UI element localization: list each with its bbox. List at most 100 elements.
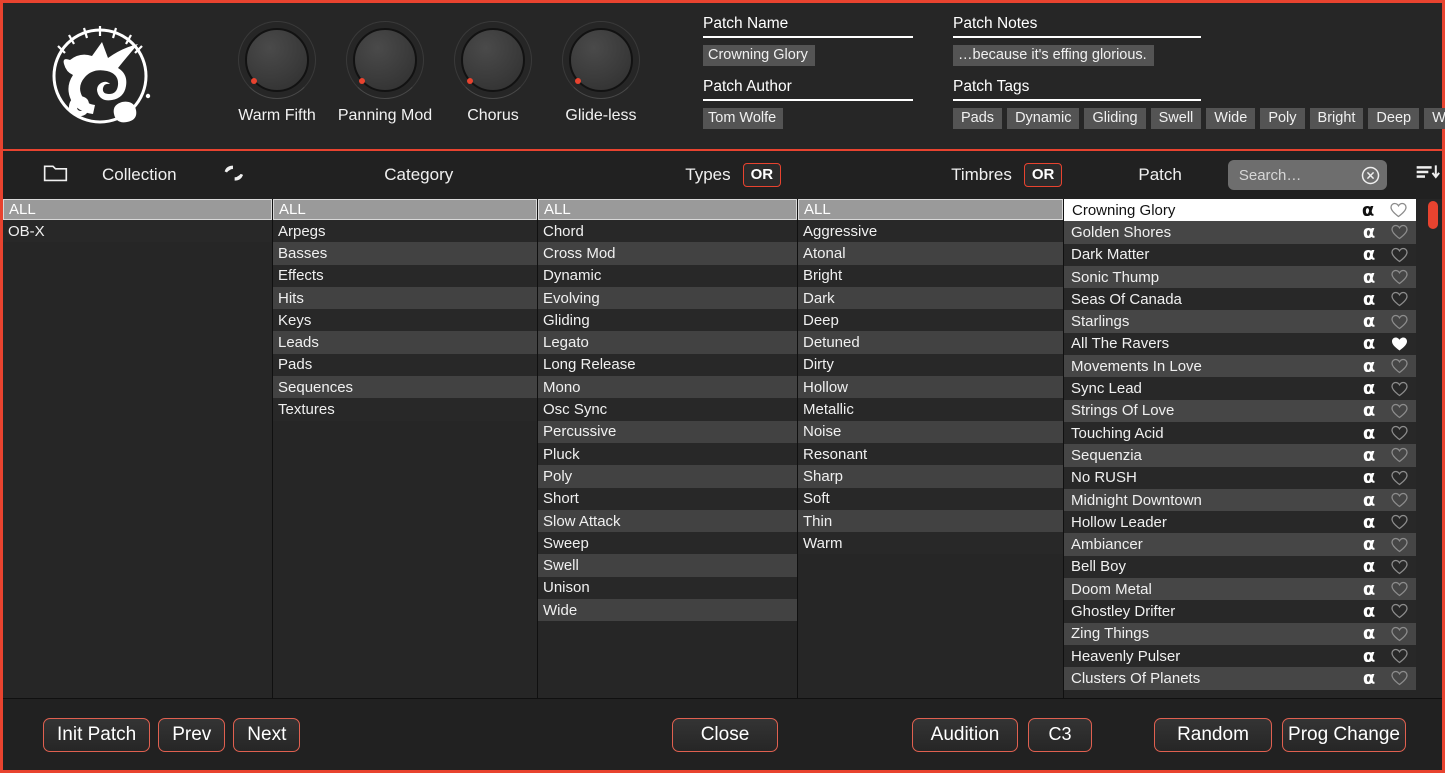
patch-row[interactable]: Midnight Downtown α [1064, 488, 1416, 512]
timbres-column[interactable]: ALL Aggressive Atonal Bright Dark Deep Detuned… [798, 199, 1064, 698]
category-item[interactable]: Basses [273, 242, 537, 265]
favorite-outline-icon[interactable] [1382, 224, 1416, 240]
patch-row[interactable]: Crowning Glory α [1064, 199, 1416, 222]
patch-row[interactable]: Hollow Leader α [1064, 511, 1416, 534]
collection-item[interactable]: OB-X [3, 220, 272, 243]
knob-dial[interactable] [562, 21, 640, 99]
close-button[interactable]: Close [672, 717, 778, 752]
favorite-outline-icon[interactable] [1382, 648, 1416, 664]
types-logic-toggle[interactable]: OR [742, 163, 782, 187]
types-header-label[interactable]: Types [685, 165, 730, 185]
patch-row[interactable]: Starlings α [1064, 310, 1416, 333]
favorite-outline-icon[interactable] [1382, 247, 1416, 263]
patch-author-value[interactable]: Tom Wolfe [703, 108, 784, 129]
patch-row[interactable]: Ghostley Drifter α [1064, 600, 1416, 623]
patch-row[interactable]: Sync Lead α [1064, 377, 1416, 400]
collection-column[interactable]: ALL OB-X [3, 199, 273, 698]
patch-row[interactable]: Bell Boy α [1064, 555, 1416, 579]
timbres-item[interactable]: Hollow [798, 376, 1063, 399]
types-item[interactable]: Cross Mod [538, 242, 797, 265]
init-patch-button[interactable]: Init Patch [43, 717, 151, 752]
timbres-item[interactable]: Thin [798, 509, 1063, 533]
types-item[interactable]: Slow Attack [538, 509, 797, 533]
category-item[interactable]: Sequences [273, 376, 537, 399]
timbres-item[interactable]: Atonal [798, 242, 1063, 265]
favorite-outline-icon[interactable] [1382, 403, 1416, 419]
category-all-row[interactable]: ALL [273, 199, 537, 220]
types-item[interactable]: Short [538, 487, 797, 510]
favorite-outline-icon[interactable] [1382, 269, 1416, 285]
types-item[interactable]: Pluck [538, 442, 797, 466]
knob-warm-fifth[interactable]: Warm Fifth [223, 21, 331, 125]
patch-notes-value[interactable]: …because it's effing glorious. [953, 45, 1154, 66]
favorite-outline-icon[interactable] [1382, 358, 1416, 374]
patch-tag[interactable]: Warm [1424, 108, 1445, 129]
knob-chorus[interactable]: Chorus [439, 21, 547, 125]
knob-glide-less[interactable]: Glide-less [547, 21, 655, 125]
types-item[interactable]: Osc Sync [538, 398, 797, 421]
favorite-outline-icon[interactable] [1382, 492, 1416, 508]
favorite-outline-icon[interactable] [1382, 670, 1416, 686]
sort-descending-icon[interactable] [1415, 162, 1442, 188]
patch-row[interactable]: Ambiancer α [1064, 533, 1416, 556]
patch-tag[interactable]: Bright [1309, 108, 1364, 129]
favorite-outline-icon[interactable] [1382, 581, 1416, 597]
favorite-outline-icon[interactable] [1382, 381, 1416, 397]
types-item[interactable]: Wide [538, 599, 797, 622]
patch-row[interactable]: Clusters Of Planets α [1064, 667, 1416, 690]
patch-tag[interactable]: Swell [1150, 108, 1202, 129]
types-item[interactable]: Swell [538, 554, 797, 577]
types-item[interactable]: Dynamic [538, 264, 797, 287]
types-item[interactable]: Unison [538, 576, 797, 600]
patch-tag[interactable]: Gliding [1084, 108, 1146, 129]
category-header-label[interactable]: Category [384, 165, 453, 185]
timbres-item[interactable]: Dirty [798, 353, 1063, 377]
category-item[interactable]: Hits [273, 286, 537, 310]
patch-tag[interactable]: Wide [1206, 108, 1256, 129]
patch-tag[interactable]: Pads [953, 108, 1003, 129]
types-item[interactable]: Percussive [538, 420, 797, 443]
timbres-item[interactable]: Resonant [798, 442, 1063, 466]
favorite-outline-icon[interactable] [1382, 603, 1416, 619]
favorite-outline-icon[interactable] [1382, 514, 1416, 530]
favorite-outline-icon[interactable] [1382, 470, 1416, 486]
timbres-item[interactable]: Warm [798, 532, 1063, 555]
patch-tag[interactable]: Poly [1260, 108, 1305, 129]
patch-row[interactable]: No RUSH α [1064, 466, 1416, 489]
favorite-outline-icon[interactable] [1382, 425, 1416, 441]
patch-row[interactable]: All The Ravers α [1064, 332, 1416, 356]
patch-header-label[interactable]: Patch [1138, 165, 1181, 185]
search-field[interactable]: Search… [1227, 160, 1388, 190]
favorite-filled-icon[interactable] [1382, 336, 1416, 352]
types-all-row[interactable]: ALL [538, 199, 797, 220]
next-button[interactable]: Next [233, 717, 301, 752]
patch-row[interactable]: Touching Acid α [1064, 421, 1416, 445]
audition-note-button[interactable]: C3 [1028, 717, 1092, 752]
timbres-item[interactable]: Sharp [798, 465, 1063, 488]
types-column[interactable]: ALL Chord Cross Mod Dynamic Evolving Gliding L… [538, 199, 798, 698]
types-item[interactable]: Chord [538, 220, 797, 243]
random-button[interactable]: Random [1154, 717, 1272, 752]
favorite-outline-icon[interactable] [1382, 626, 1416, 642]
prog-change-button[interactable]: Prog Change [1282, 717, 1406, 752]
category-item[interactable]: Leads [273, 331, 537, 354]
timbres-item[interactable]: Soft [798, 487, 1063, 510]
patch-row[interactable]: Strings Of Love α [1064, 399, 1416, 422]
types-item[interactable]: Evolving [538, 286, 797, 310]
category-item[interactable]: Arpegs [273, 220, 537, 243]
timbres-item[interactable]: Dark [798, 286, 1063, 310]
collection-all-row[interactable]: ALL [3, 199, 272, 220]
patch-list[interactable]: Crowning Glory α Golden Shores α Dark Matter… [1064, 199, 1442, 690]
patch-row[interactable]: Zing Things α [1064, 622, 1416, 645]
timbres-item[interactable]: Metallic [798, 398, 1063, 421]
folder-icon[interactable] [43, 163, 68, 187]
patch-row[interactable]: Sequenzia α [1064, 444, 1416, 467]
patch-row[interactable]: Dark Matter α [1064, 243, 1416, 266]
patch-name-value[interactable]: Crowning Glory [703, 45, 815, 66]
timbres-all-row[interactable]: ALL [798, 199, 1063, 220]
knob-dial[interactable] [346, 21, 424, 99]
category-column[interactable]: ALL Arpegs Basses Effects Hits Keys Leads Pads S… [273, 199, 538, 698]
patch-column[interactable]: Crowning Glory α Golden Shores α Dark Matter… [1064, 199, 1442, 698]
timbres-item[interactable]: Detuned [798, 331, 1063, 354]
patch-tag[interactable]: Deep [1368, 108, 1420, 129]
